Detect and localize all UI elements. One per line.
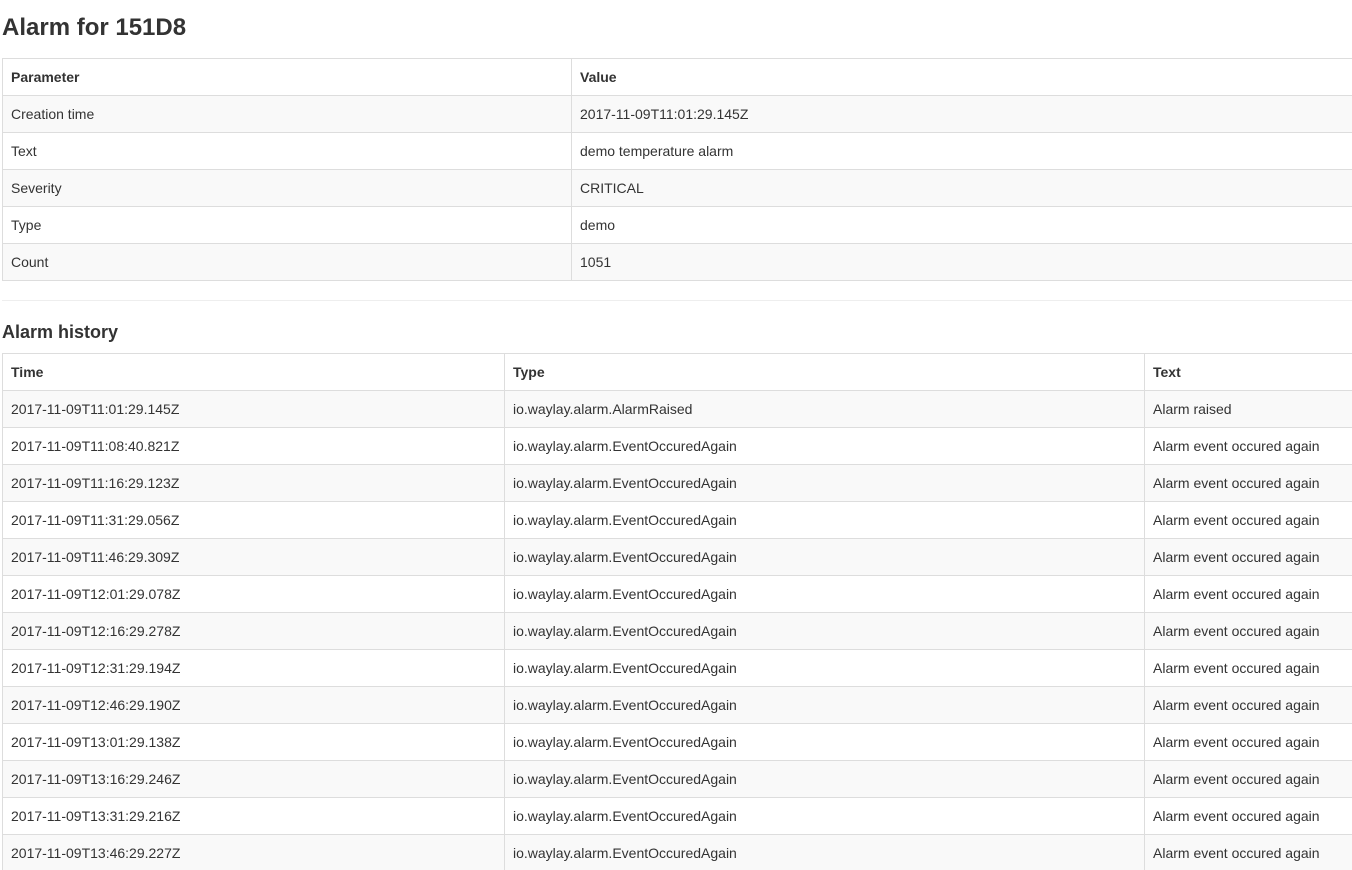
history-text-cell: Alarm event occured again	[1144, 464, 1352, 502]
history-type-cell: io.waylay.alarm.EventOccuredAgain	[504, 575, 1145, 613]
history-text-cell: Alarm event occured again	[1144, 538, 1352, 576]
history-time-cell: 2017-11-09T11:16:29.123Z	[2, 464, 505, 502]
history-type-cell: io.waylay.alarm.EventOccuredAgain	[504, 427, 1145, 465]
table-row: Count 1051	[2, 243, 1352, 281]
history-type-cell: io.waylay.alarm.EventOccuredAgain	[504, 649, 1145, 687]
history-time-cell: 2017-11-09T13:31:29.216Z	[2, 797, 505, 835]
column-header-time: Time	[2, 353, 505, 391]
history-type-cell: io.waylay.alarm.EventOccuredAgain	[504, 760, 1145, 798]
history-type-cell: io.waylay.alarm.EventOccuredAgain	[504, 686, 1145, 724]
table-row: 2017-11-09T12:01:29.078Z io.waylay.alarm.…	[2, 575, 1352, 613]
page-title: Alarm for 151D8	[2, 14, 187, 41]
history-text-cell: Alarm event occured again	[1144, 760, 1352, 798]
param-value: CRITICAL	[571, 169, 1352, 207]
table-row: Text demo temperature alarm	[2, 132, 1352, 170]
column-header-value: Value	[571, 58, 1352, 96]
section-divider	[2, 300, 1352, 301]
history-text-cell: Alarm event occured again	[1144, 686, 1352, 724]
table-row: Creation time 2017-11-09T11:01:29.145Z	[2, 95, 1352, 133]
history-time-cell: 2017-11-09T13:01:29.138Z	[2, 723, 505, 761]
table-row: 2017-11-09T11:01:29.145Z io.waylay.alarm.…	[2, 390, 1352, 428]
table-row: 2017-11-09T11:16:29.123Z io.waylay.alarm.…	[2, 464, 1352, 502]
table-row: 2017-11-09T11:46:29.309Z io.waylay.alarm.…	[2, 538, 1352, 576]
column-header-text: Text	[1144, 353, 1352, 391]
history-type-cell: io.waylay.alarm.EventOccuredAgain	[504, 723, 1145, 761]
param-value: 2017-11-09T11:01:29.145Z	[571, 95, 1352, 133]
history-text-cell: Alarm raised	[1144, 390, 1352, 428]
history-type-cell: io.waylay.alarm.EventOccuredAgain	[504, 612, 1145, 650]
table-row: 2017-11-09T12:31:29.194Z io.waylay.alarm.…	[2, 649, 1352, 687]
history-text-cell: Alarm event occured again	[1144, 612, 1352, 650]
alarm-parameters-table: Parameter Value Creation time 2017-11-09…	[2, 58, 1352, 281]
history-text-cell: Alarm event occured again	[1144, 649, 1352, 687]
history-text-cell: Alarm event occured again	[1144, 427, 1352, 465]
history-time-cell: 2017-11-09T11:01:29.145Z	[2, 390, 505, 428]
table-row: 2017-11-09T13:46:29.227Z io.waylay.alarm.…	[2, 834, 1352, 870]
column-header-type: Type	[504, 353, 1145, 391]
history-time-cell: 2017-11-09T12:01:29.078Z	[2, 575, 505, 613]
history-time-cell: 2017-11-09T13:46:29.227Z	[2, 834, 505, 870]
table-row: Severity CRITICAL	[2, 169, 1352, 207]
history-type-cell: io.waylay.alarm.EventOccuredAgain	[504, 501, 1145, 539]
history-time-cell: 2017-11-09T11:08:40.821Z	[2, 427, 505, 465]
alarm-history-table: Time Type Text 2017-11-09T11:01:29.145Z i…	[2, 353, 1352, 870]
table-row: 2017-11-09T13:31:29.216Z io.waylay.alarm.…	[2, 797, 1352, 835]
history-time-cell: 2017-11-09T11:46:29.309Z	[2, 538, 505, 576]
history-type-cell: io.waylay.alarm.AlarmRaised	[504, 390, 1145, 428]
alarm-history-title: Alarm history	[2, 322, 119, 342]
table-row: Type demo	[2, 206, 1352, 244]
history-time-cell: 2017-11-09T11:31:29.056Z	[2, 501, 505, 539]
history-text-cell: Alarm event occured again	[1144, 834, 1352, 870]
param-name: Severity	[2, 169, 572, 207]
param-value: demo temperature alarm	[571, 132, 1352, 170]
history-time-cell: 2017-11-09T13:16:29.246Z	[2, 760, 505, 798]
history-text-cell: Alarm event occured again	[1144, 723, 1352, 761]
history-text-cell: Alarm event occured again	[1144, 797, 1352, 835]
param-name: Type	[2, 206, 572, 244]
history-type-cell: io.waylay.alarm.EventOccuredAgain	[504, 464, 1145, 502]
history-text-cell: Alarm event occured again	[1144, 501, 1352, 539]
table-row: 2017-11-09T13:16:29.246Z io.waylay.alarm.…	[2, 760, 1352, 798]
param-name: Text	[2, 132, 572, 170]
history-time-cell: 2017-11-09T12:31:29.194Z	[2, 649, 505, 687]
param-name: Creation time	[2, 95, 572, 133]
history-table-body: 2017-11-09T11:01:29.145Z io.waylay.alarm.…	[2, 390, 1352, 870]
param-value: 1051	[571, 243, 1352, 281]
table-row: 2017-11-09T12:16:29.278Z io.waylay.alarm.…	[2, 612, 1352, 650]
column-header-parameter: Parameter	[2, 58, 572, 96]
table-header-row: Time Type Text	[2, 353, 1352, 391]
history-type-cell: io.waylay.alarm.EventOccuredAgain	[504, 797, 1145, 835]
history-time-cell: 2017-11-09T12:16:29.278Z	[2, 612, 505, 650]
table-row: 2017-11-09T12:46:29.190Z io.waylay.alarm.…	[2, 686, 1352, 724]
table-row: 2017-11-09T13:01:29.138Z io.waylay.alarm.…	[2, 723, 1352, 761]
table-header-row: Parameter Value	[2, 58, 1352, 96]
history-type-cell: io.waylay.alarm.EventOccuredAgain	[504, 538, 1145, 576]
param-name: Count	[2, 243, 572, 281]
table-row: 2017-11-09T11:31:29.056Z io.waylay.alarm.…	[2, 501, 1352, 539]
alarm-detail-page: Alarm for 151D8 Parameter Value Creation…	[0, 0, 1352, 870]
table-row: 2017-11-09T11:08:40.821Z io.waylay.alarm.…	[2, 427, 1352, 465]
history-text-cell: Alarm event occured again	[1144, 575, 1352, 613]
param-value: demo	[571, 206, 1352, 244]
history-type-cell: io.waylay.alarm.EventOccuredAgain	[504, 834, 1145, 870]
history-time-cell: 2017-11-09T12:46:29.190Z	[2, 686, 505, 724]
